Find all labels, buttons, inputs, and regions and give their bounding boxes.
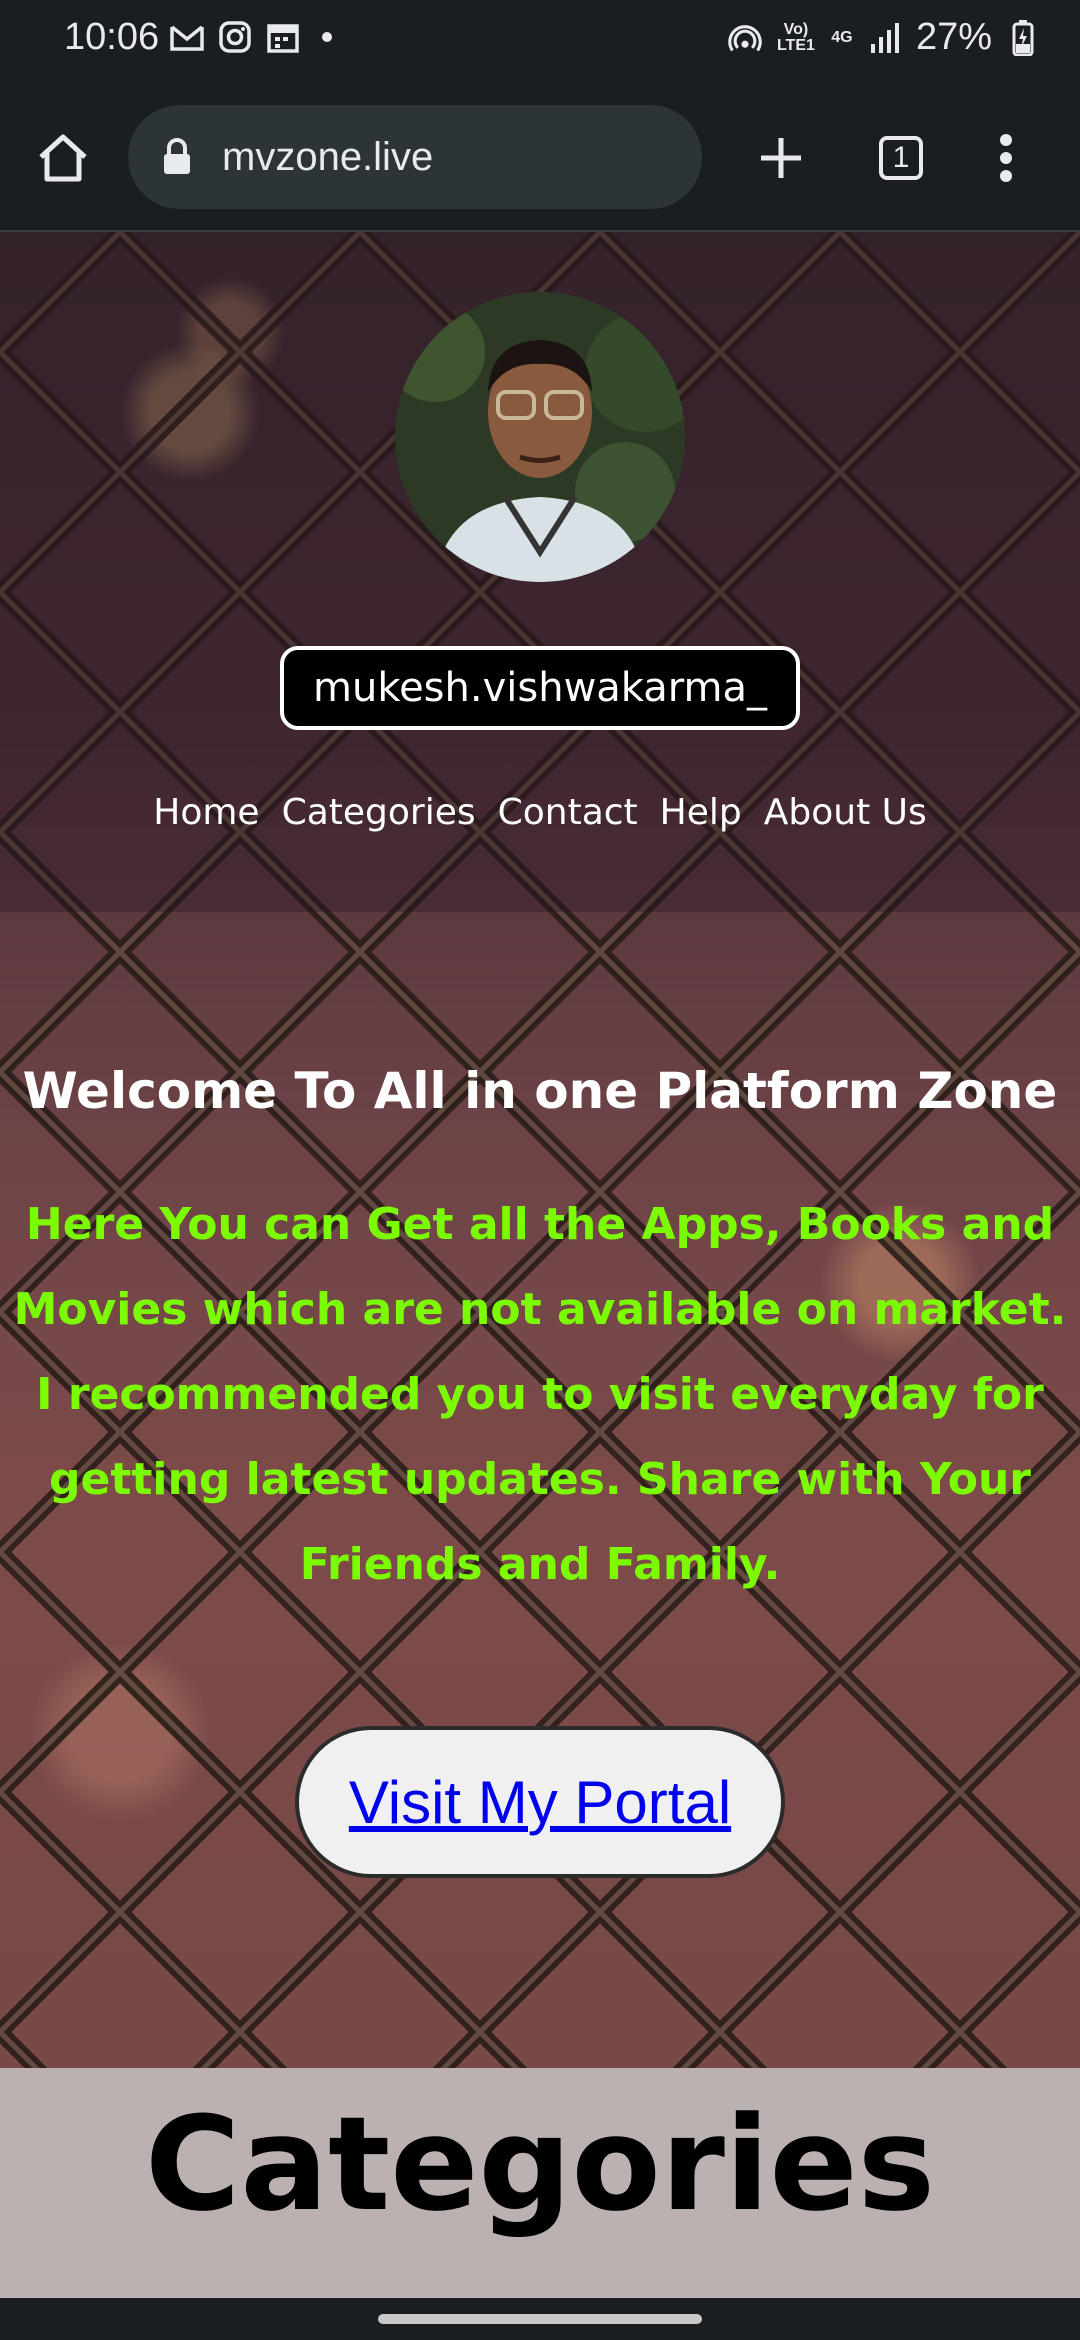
categories-heading: Categories — [144, 2088, 936, 2240]
notification-icons — [170, 20, 332, 54]
new-tab-button[interactable] — [748, 125, 814, 191]
visit-portal-button[interactable]: Visit My Portal — [295, 1726, 785, 1878]
status-bar: 10:06 Vo) LTE1 4G 27% — [0, 0, 1080, 80]
nav-about-us[interactable]: About Us — [764, 792, 927, 833]
username-badge: mukesh.vishwakarma_ — [280, 646, 800, 730]
calendar-icon — [266, 20, 300, 54]
tab-count: 1 — [879, 136, 923, 180]
web-page: mukesh.vishwakarma_ Home Categories Cont… — [0, 232, 1080, 2298]
gesture-handle[interactable] — [378, 2314, 702, 2324]
more-vert-icon — [1000, 134, 1012, 182]
battery-charging-icon — [1006, 19, 1040, 56]
battery-percent: 27% — [915, 16, 992, 58]
status-time: 10:06 — [64, 16, 160, 58]
system-navigation-bar — [0, 2298, 1080, 2340]
categories-section: Categories — [0, 2068, 1080, 2298]
network-4g-icon: 4G — [831, 28, 853, 46]
site-navigation: Home Categories Contact Help About Us — [0, 792, 1080, 833]
more-notifications-dot — [322, 32, 332, 42]
nav-home[interactable]: Home — [153, 792, 259, 833]
nav-categories[interactable]: Categories — [282, 792, 476, 833]
welcome-description: Here You can Get all the Apps, Books and… — [13, 1199, 1067, 1590]
browser-toolbar: mvzone.live 1 — [0, 80, 1080, 232]
address-bar[interactable]: mvzone.live — [128, 105, 702, 209]
nav-contact[interactable]: Contact — [498, 792, 638, 833]
instagram-icon — [218, 20, 252, 54]
system-icons: Vo) LTE1 4G 27% — [728, 16, 1040, 59]
hotspot-icon — [728, 21, 762, 55]
gmail-icon — [170, 20, 204, 54]
volte-icon: Vo) LTE1 — [776, 20, 815, 54]
home-icon — [39, 134, 87, 182]
nav-help[interactable]: Help — [660, 792, 742, 833]
menu-button[interactable] — [973, 125, 1039, 191]
lock-icon — [162, 137, 196, 177]
welcome-title: Welcome To All in one Platform Zone — [22, 1062, 1058, 1120]
signal-icon — [868, 21, 902, 55]
url-text: mvzone.live — [222, 134, 434, 179]
plus-icon — [761, 138, 801, 178]
profile-avatar — [395, 292, 685, 582]
tab-switcher-button[interactable]: 1 — [868, 125, 934, 191]
home-button[interactable] — [30, 125, 96, 191]
